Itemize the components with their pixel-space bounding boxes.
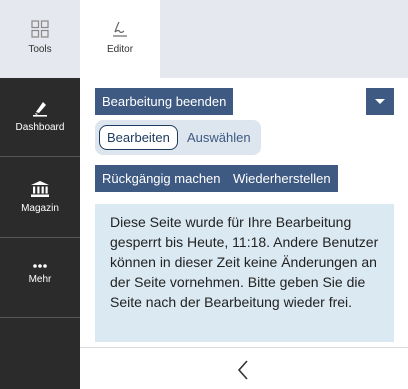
mode-select-button[interactable]: Auswählen bbox=[187, 125, 251, 150]
sidebar-item-label: Magazin bbox=[21, 203, 59, 214]
sidebar-tools-label: Tools bbox=[28, 44, 52, 55]
chevron-left-icon[interactable] bbox=[236, 359, 252, 381]
divider bbox=[80, 347, 408, 348]
pen-icon bbox=[33, 102, 47, 117]
chevron-down-icon[interactable] bbox=[366, 88, 394, 115]
lock-notice: Diese Seite wurde für Ihre Bearbeitung g… bbox=[95, 204, 394, 342]
sidebar-item-label: Dashboard bbox=[15, 122, 65, 133]
finish-editing-button[interactable]: Bearbeitung beenden bbox=[95, 88, 234, 115]
mode-edit-button[interactable]: Bearbeiten bbox=[99, 125, 178, 150]
sidebar-item-dashboard[interactable]: Dashboard bbox=[0, 78, 80, 157]
sidebar-item-magazin[interactable]: Magazin bbox=[0, 157, 80, 238]
tab-editor[interactable]: Editor bbox=[80, 0, 160, 78]
tab-editor-label: Editor bbox=[106, 44, 134, 55]
more-icon bbox=[33, 264, 47, 268]
sidebar-item-mehr[interactable]: Mehr bbox=[0, 238, 80, 318]
signature-icon bbox=[113, 21, 127, 37]
undo-button[interactable]: Rückgängig machen bbox=[95, 165, 228, 192]
sidebar-item-label: Mehr bbox=[28, 274, 52, 285]
bank-icon bbox=[31, 181, 49, 197]
mode-toggle: Bearbeiten Auswählen bbox=[95, 120, 261, 155]
sidebar-tools[interactable]: Tools bbox=[0, 0, 80, 78]
sidebar: Tools Dashboard Magazin Mehr bbox=[0, 0, 80, 389]
redo-button[interactable]: Wiederherstellen bbox=[226, 165, 338, 192]
grid-icon bbox=[31, 20, 49, 38]
